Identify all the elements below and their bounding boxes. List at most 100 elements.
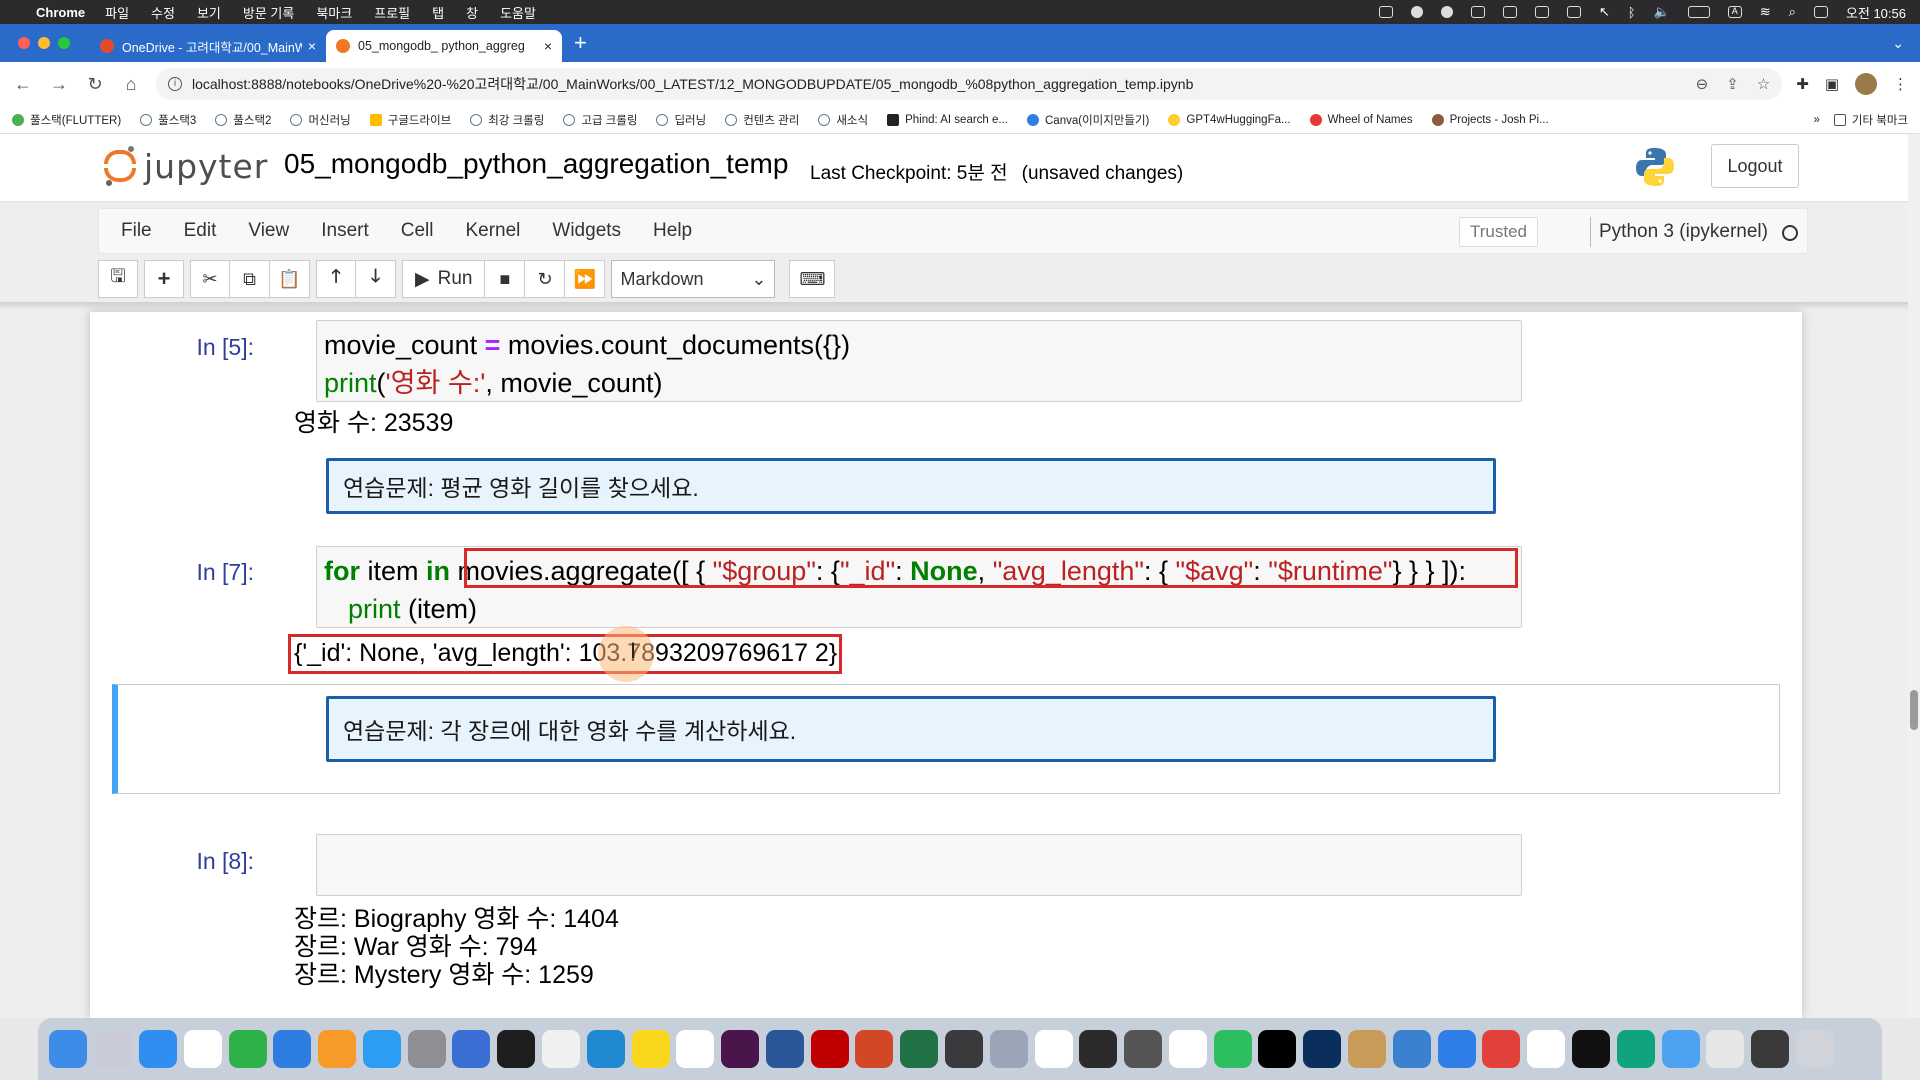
vectorize-icon[interactable] — [1034, 1030, 1073, 1068]
url-text[interactable]: localhost:8888/notebooks/OneDrive%20-%20… — [192, 74, 1696, 94]
bookmark-item[interactable]: Phind: AI search e... — [887, 113, 1008, 126]
numbers-icon[interactable] — [228, 1030, 267, 1068]
webstorm-icon[interactable] — [1303, 1030, 1342, 1068]
spotlight-icon[interactable]: ⌕ — [1789, 4, 1796, 20]
cell-type-select[interactable]: Markdown ⌄ — [611, 260, 776, 298]
back-icon[interactable]: ← — [12, 74, 34, 95]
bookmark-item[interactable]: 고급 크롤링 — [563, 112, 637, 128]
menu-view[interactable]: 보기 — [197, 3, 221, 22]
tab-notebook[interactable]: 05_mongodb_ python_aggreg × — [326, 30, 562, 62]
grammarly-icon[interactable] — [1440, 6, 1453, 18]
trash-icon[interactable] — [1795, 1030, 1834, 1068]
tab-search-icon[interactable]: ⌄ — [1892, 35, 1904, 52]
logout-button[interactable]: Logout — [1711, 144, 1799, 188]
menu-bookmarks[interactable]: 북마크 — [316, 3, 352, 22]
powerpoint-icon[interactable] — [855, 1030, 894, 1068]
menu-profile[interactable]: 프로필 — [374, 3, 410, 22]
shield-icon[interactable] — [1470, 6, 1485, 18]
jupyter-logo[interactable]: jupyter — [104, 146, 268, 186]
markdown-cell[interactable]: 연습문제: 각 장르에 대한 영화 수를 계산하세요. — [326, 696, 1496, 762]
copy-button[interactable]: ⧉ — [230, 260, 270, 298]
volume-icon[interactable]: 🔈 — [1654, 4, 1670, 20]
monitor-icon[interactable] — [1392, 1030, 1431, 1068]
restart-run-all-button[interactable]: ⏩ — [565, 260, 606, 298]
menu-cell[interactable]: Cell — [401, 220, 434, 242]
excel-icon[interactable] — [900, 1030, 939, 1068]
raycast-icon[interactable] — [1124, 1030, 1163, 1068]
filezilla-icon[interactable] — [810, 1030, 849, 1068]
bookmark-item[interactable]: 새소식 — [818, 112, 868, 128]
clock[interactable]: 오전 10:56 — [1846, 3, 1906, 22]
zoom-window-button[interactable] — [58, 37, 70, 49]
evernote-icon[interactable] — [1213, 1030, 1252, 1068]
bookmark-item[interactable]: Wheel of Names — [1309, 113, 1413, 126]
wifi-icon[interactable]: ≋ — [1760, 4, 1771, 20]
share-icon[interactable]: ⇪ — [1726, 75, 1739, 93]
reload-icon[interactable]: ↻ — [84, 74, 106, 95]
kakaotalk-icon[interactable] — [631, 1030, 670, 1068]
chatgpt-icon[interactable] — [1616, 1030, 1655, 1068]
slack-icon[interactable] — [721, 1030, 760, 1068]
bookmark-item[interactable]: Projects - Josh Pi... — [1431, 113, 1549, 126]
word-icon[interactable] — [765, 1030, 804, 1068]
textedit-icon[interactable] — [541, 1030, 580, 1068]
menu-file[interactable]: File — [121, 220, 152, 242]
bookmark-item[interactable]: 풀스택3 — [140, 112, 196, 128]
kernel-name[interactable]: Python 3 (ipykernel) — [1599, 221, 1768, 243]
chat-icon[interactable] — [1410, 6, 1423, 18]
intellij-icon[interactable] — [1258, 1030, 1297, 1068]
insert-cell-button[interactable]: + — [144, 260, 184, 298]
menu-history[interactable]: 방문 기록 — [243, 3, 294, 22]
chrome-icon[interactable] — [676, 1030, 715, 1068]
safari-icon[interactable] — [138, 1030, 177, 1068]
appstore-icon[interactable] — [362, 1030, 401, 1068]
side-panel-icon[interactable]: ▣ — [1825, 75, 1839, 93]
layout-icon[interactable] — [1566, 6, 1581, 18]
menu-edit[interactable]: Edit — [184, 220, 217, 242]
bookmark-star-icon[interactable]: ☆ — [1757, 75, 1770, 93]
cut-button[interactable]: ✂ — [190, 260, 230, 298]
interrupt-button[interactable]: ■ — [485, 260, 526, 298]
vscode-icon[interactable] — [586, 1030, 625, 1068]
documents-icon[interactable] — [1706, 1030, 1745, 1068]
forward-icon[interactable]: → — [48, 74, 70, 95]
github-icon[interactable] — [1571, 1030, 1610, 1068]
menu-view[interactable]: View — [248, 220, 289, 242]
calendar-icon[interactable] — [183, 1030, 222, 1068]
terminal-icon[interactable] — [497, 1030, 536, 1068]
menu-file[interactable]: 파일 — [105, 3, 129, 22]
bookmark-item[interactable]: 풀스택2 — [215, 112, 271, 128]
page-scrollbar[interactable] — [1908, 134, 1920, 1018]
bookmark-item[interactable]: 컨텐츠 관리 — [725, 112, 799, 128]
markdown-cell[interactable]: 연습문제: 평균 영화 길이를 찾으세요. — [326, 458, 1496, 514]
launchpad-icon[interactable] — [94, 1030, 133, 1068]
screen-record-icon[interactable] — [1378, 6, 1393, 18]
battery-icon[interactable] — [1687, 6, 1710, 18]
menu-help[interactable]: 도움말 — [500, 3, 536, 22]
folder-icon[interactable] — [1661, 1030, 1700, 1068]
zoom-icon[interactable]: ⊖ — [1696, 75, 1709, 93]
move-up-button[interactable]: 🡑 — [316, 260, 356, 298]
move-down-button[interactable]: 🡓 — [356, 260, 396, 298]
settings-icon[interactable] — [407, 1030, 446, 1068]
close-window-button[interactable] — [18, 37, 30, 49]
bookmark-item[interactable]: 풀스택(FLUTTER) — [12, 112, 121, 128]
cursor-icon[interactable]: ↖ — [1599, 4, 1610, 20]
typora-icon[interactable] — [1168, 1030, 1207, 1068]
app-name[interactable]: Chrome — [36, 5, 85, 20]
url-bar[interactable]: i localhost:8888/notebooks/OneDrive%20-%… — [156, 68, 1783, 100]
home-icon[interactable]: ⌂ — [120, 74, 142, 95]
menu-window[interactable]: 창 — [466, 3, 478, 22]
screen-icon[interactable] — [1751, 1030, 1790, 1068]
command-palette-button[interactable]: ⌨ — [789, 260, 836, 298]
finalcut-icon[interactable] — [1079, 1030, 1118, 1068]
code-cell-input[interactable] — [316, 834, 1522, 896]
trusted-indicator[interactable]: Trusted — [1459, 217, 1539, 247]
control-center-icon[interactable] — [1813, 6, 1828, 18]
bookmarks-overflow-button[interactable]: » — [1813, 114, 1819, 126]
calculator-icon[interactable] — [945, 1030, 984, 1068]
scrollbar-thumb[interactable] — [1910, 690, 1918, 730]
close-icon[interactable]: × — [308, 38, 316, 54]
grid-icon[interactable] — [1534, 6, 1549, 18]
input-source-icon[interactable]: A — [1727, 6, 1742, 18]
